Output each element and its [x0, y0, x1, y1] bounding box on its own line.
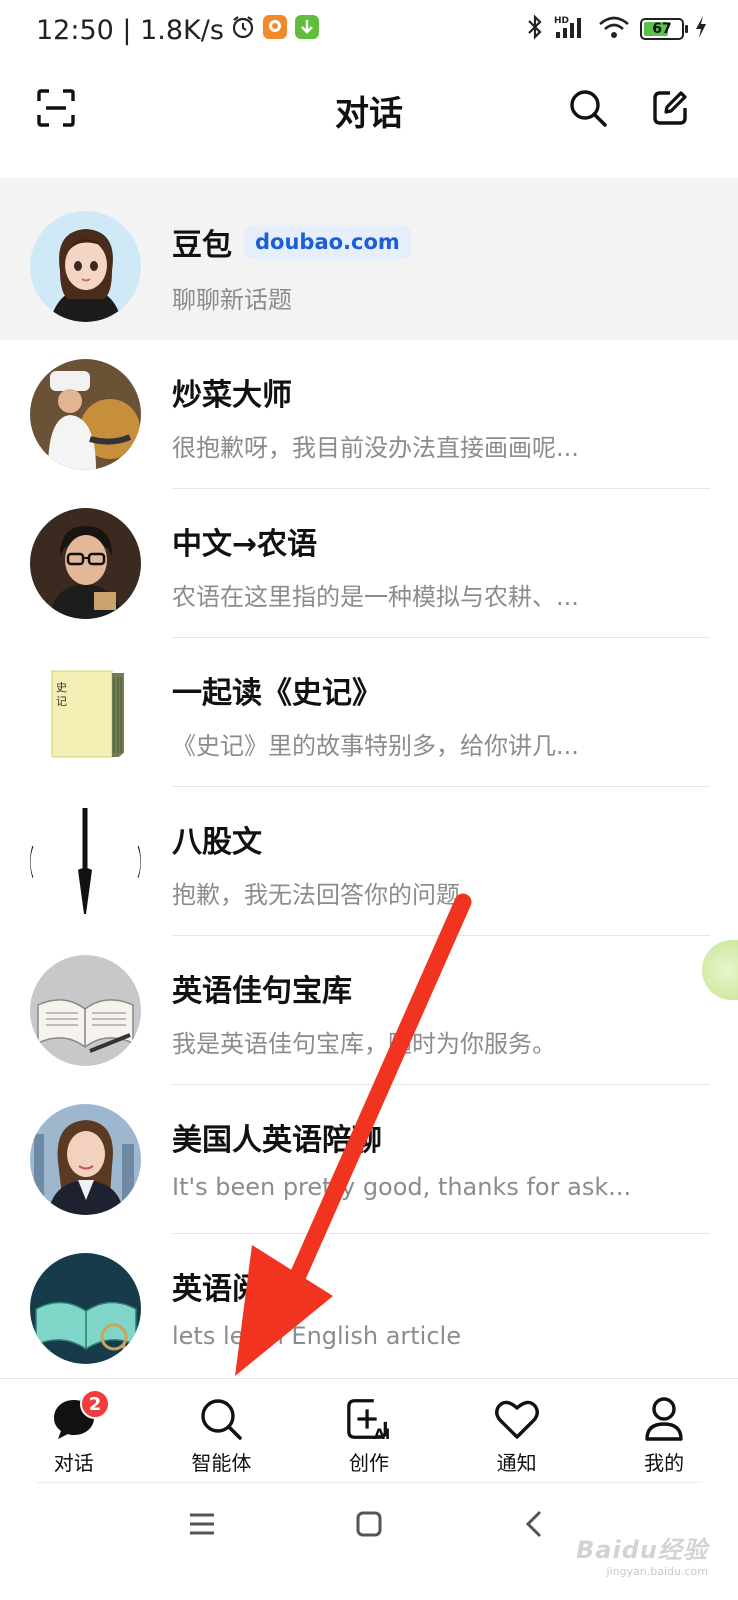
conversation-item[interactable]: 八股文 抱歉，我无法回答你的问题 — [0, 787, 738, 936]
tab-notifications[interactable]: 通知 — [443, 1379, 591, 1482]
conversation-item[interactable]: 中文→农语 农语在这里指的是一种模拟与农耕、... — [0, 489, 738, 638]
bottom-tab-bar: 2 对话 智能体 AI 创作 通知 我的 — [0, 1378, 738, 1482]
scholar-avatar — [30, 508, 141, 619]
back-chevron-icon — [525, 1510, 542, 1538]
book-shiji-avatar: 史记 — [30, 657, 141, 768]
conversation-item[interactable]: 炒菜大师 很抱歉呀，我目前没办法直接画画呢... — [0, 340, 738, 489]
chef-avatar — [30, 359, 141, 470]
reading-avatar — [30, 1253, 141, 1364]
compose-icon — [653, 91, 687, 125]
signal-icon: HD — [554, 14, 588, 44]
back-button[interactable] — [512, 1502, 556, 1546]
conversation-name: 豆包 — [172, 228, 232, 263]
conversation-name: 英语阅读 — [172, 1272, 292, 1307]
home-square-icon — [356, 1511, 382, 1537]
conversation-item[interactable]: 史记 一起读《史记》 《史记》里的故事特别多，给你讲几... — [0, 638, 738, 787]
conversation-name: 一起读《史记》 — [172, 676, 382, 711]
battery-indicator: 67 — [640, 18, 688, 40]
site-tag: doubao.com — [244, 225, 411, 259]
svg-text:HD: HD — [554, 16, 569, 26]
home-button[interactable] — [347, 1502, 391, 1546]
menu-button[interactable] — [180, 1502, 224, 1546]
conversation-name: 美国人英语陪聊 — [172, 1123, 382, 1158]
divider — [36, 1482, 702, 1483]
conversation-name: 英语佳句宝库 — [172, 974, 352, 1009]
tab-label: 我的 — [644, 1451, 685, 1475]
status-time: 12:50 | 1.8K/s — [36, 15, 224, 46]
tab-label: 创作 — [348, 1451, 389, 1475]
app-notification-icon — [262, 14, 288, 47]
status-bar: 12:50 | 1.8K/s HD 67 — [0, 0, 738, 64]
watermark-logo: Baidu经验 — [576, 1536, 708, 1564]
wifi-icon — [598, 14, 630, 44]
woman-avatar — [30, 1104, 141, 1215]
conversation-preview: 《史记》里的故事特别多，给你讲几... — [172, 732, 579, 760]
conversation-preview: 聊聊新话题 — [172, 286, 292, 314]
alarm-icon — [230, 14, 256, 47]
svg-text:记: 记 — [56, 695, 67, 708]
heart-icon — [493, 1395, 541, 1443]
conversation-name: 八股文 — [172, 825, 262, 860]
tab-agents[interactable]: 智能体 — [148, 1379, 296, 1482]
conversation-preview: 我是英语佳句宝库，随时为你服务。 — [172, 1030, 556, 1058]
search-button[interactable] — [566, 86, 610, 130]
conversation-item-doubao[interactable]: 豆包 doubao.com 聊聊新话题 — [0, 178, 738, 340]
conversation-list: 豆包 doubao.com 聊聊新话题 炒菜大师 很抱歉呀，我目前没办法直接画画… — [0, 178, 738, 1383]
tab-create[interactable]: AI 创作 — [295, 1379, 443, 1482]
svg-text:史: 史 — [56, 681, 67, 694]
charging-icon — [694, 15, 708, 43]
conversation-item[interactable]: 英语佳句宝库 我是英语佳句宝库，随时为你服务。 — [0, 936, 738, 1085]
search-icon — [570, 90, 607, 127]
svg-text:AI: AI — [374, 1427, 391, 1442]
conversation-item[interactable]: 美国人英语陪聊 It's been pretty good, thanks fo… — [0, 1085, 738, 1234]
new-chat-button[interactable] — [648, 86, 692, 130]
conversation-preview: lets learn English article — [172, 1322, 461, 1350]
menu-icon — [190, 1513, 214, 1535]
tab-label: 通知 — [496, 1451, 537, 1475]
conversation-item[interactable]: 英语阅读 lets learn English article — [0, 1234, 738, 1383]
top-header: 对话 — [0, 64, 738, 176]
conversation-preview: 很抱歉呀，我目前没办法直接画画呢... — [172, 434, 579, 462]
page-title: 对话 — [335, 94, 403, 134]
tab-chat[interactable]: 2 对话 — [0, 1379, 148, 1482]
download-notification-icon — [294, 14, 320, 47]
tab-label: 智能体 — [191, 1451, 252, 1475]
tab-label: 对话 — [53, 1451, 94, 1475]
conversation-preview: 抱歉，我无法回答你的问题 — [172, 881, 460, 909]
tab-profile[interactable]: 我的 — [590, 1379, 738, 1482]
create-ai-icon: AI — [345, 1395, 393, 1443]
profile-icon — [640, 1395, 688, 1443]
bluetooth-icon — [526, 14, 544, 44]
conversation-preview: 农语在这里指的是一种模拟与农耕、... — [172, 583, 579, 611]
watermark-url: jingyan.baidu.com — [606, 1565, 708, 1578]
conversation-name: 炒菜大师 — [172, 378, 292, 413]
conversation-name: 中文→农语 — [172, 527, 318, 562]
open-book-avatar — [30, 955, 141, 1066]
conversation-preview: It's been pretty good, thanks for ask... — [172, 1173, 632, 1201]
girl-avatar — [30, 211, 141, 322]
brush-avatar — [30, 806, 141, 917]
unread-badge: 2 — [80, 1389, 110, 1419]
search-icon — [197, 1395, 245, 1443]
baidu-watermark: Baidu经验 jingyan.baidu.com — [576, 1530, 708, 1578]
